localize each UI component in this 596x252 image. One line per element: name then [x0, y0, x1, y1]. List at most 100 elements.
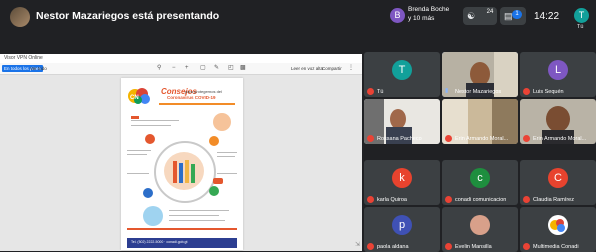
participants-summary[interactable]: Brenda Boche y 10 más: [408, 5, 449, 23]
toolbar-view-button[interactable]: Ver todo: [30, 65, 47, 72]
mic-off-icon: [523, 243, 530, 250]
participant-name: Evelin Mansilla: [455, 244, 492, 250]
text-line: [131, 120, 179, 122]
participant-name: Erin Armando Moral...: [455, 136, 509, 142]
step-icon: [209, 136, 219, 146]
avatar: [548, 215, 568, 235]
mic-off-icon: [523, 196, 530, 203]
step-icon: [143, 188, 153, 198]
zoom-out-icon[interactable]: −: [172, 64, 176, 72]
people-button[interactable]: ☯ 24: [463, 7, 497, 25]
text-line: [217, 156, 235, 158]
text-line: [169, 210, 229, 212]
top-bar: Nestor Mazariegos está presentando B Bre…: [0, 0, 596, 34]
participant-name: paola aldana: [377, 244, 409, 250]
self-avatar[interactable]: T: [574, 8, 589, 23]
mic-off-icon: [445, 243, 452, 250]
text-line: [131, 125, 171, 127]
doc-footer-text: Tel. (502) 2222-5000 · conadi.gob.gt: [131, 240, 188, 244]
figure: [185, 160, 189, 183]
text-line: [217, 173, 237, 175]
participant-tile[interactable]: T Tú: [364, 52, 440, 97]
mic-off-icon: [367, 196, 374, 203]
people-illustration-icon: [164, 152, 204, 190]
clock: 14:22: [534, 11, 560, 22]
conadi-logo-icon: [550, 219, 565, 232]
mask-illustration-icon: [143, 206, 163, 226]
avatar: L: [548, 60, 568, 80]
participants-line1: Brenda Boche: [408, 6, 450, 13]
chat-badge: 1: [512, 10, 522, 19]
participant-tile[interactable]: C Claudia Ramírez: [520, 160, 596, 205]
fit-icon[interactable]: ▢: [200, 64, 206, 72]
figure: [191, 164, 195, 183]
participant-name: conadi comunicacion: [455, 197, 507, 203]
step-icon: [145, 134, 155, 144]
text-line: [127, 150, 151, 152]
participant-tile[interactable]: L Luis Sequén: [520, 52, 596, 97]
shared-screen: Visor VPN Online En todos los pines Ver …: [0, 54, 362, 251]
participant-name: Tú: [377, 89, 384, 95]
mic-off-icon: [445, 135, 452, 142]
presenter-avatar: [10, 7, 30, 27]
participant-avatar[interactable]: B: [390, 8, 405, 23]
participant-name: Erin Armando Moral...: [533, 136, 587, 142]
eraser-icon[interactable]: ◰: [228, 64, 234, 72]
figure: [173, 161, 177, 183]
mic-off-icon: [367, 243, 374, 250]
speaking-icon: ▮: [445, 88, 449, 94]
chat-button[interactable]: ▤ 1: [500, 7, 526, 25]
participant-name: karla Quiroa: [377, 197, 407, 203]
participant-tile[interactable]: Erin Armando Moral...: [520, 99, 596, 144]
people-icon: ☯: [467, 11, 476, 21]
doc-title-line2: Coronavirus COVID-19: [167, 95, 216, 100]
text-line: [127, 173, 149, 175]
step-icon: [209, 186, 219, 196]
avatar: [470, 215, 490, 235]
document-canvas: CN Consejos para protegernos del Coronav…: [0, 75, 362, 251]
svg-text:CN: CN: [130, 95, 139, 101]
participant-tile[interactable]: Erin Armando Moral...: [442, 99, 518, 144]
text-line: [127, 154, 147, 156]
participant-name: Multimedia Conadi: [533, 244, 579, 250]
doc-subtitle: para protegernos del: [185, 89, 222, 94]
people-count: 24: [486, 9, 494, 15]
handwash-illustration-icon: [213, 113, 231, 131]
search-icon[interactable]: ⚲: [157, 64, 161, 72]
presenter-status: Nestor Mazariegos está presentando: [36, 10, 220, 22]
figure: [179, 163, 183, 183]
avatar: k: [392, 168, 412, 188]
participant-name: Rossana Pacheco: [377, 136, 422, 142]
draw-icon[interactable]: ✎: [214, 64, 219, 72]
viewer-toolbar: En todos los pines Ver todo ⚲ − + ▢ ✎ ◰ …: [0, 63, 362, 75]
avatar: c: [470, 168, 490, 188]
mic-off-icon: [367, 88, 374, 95]
participant-tile[interactable]: p paola aldana: [364, 207, 440, 252]
text-line: [169, 220, 225, 222]
toolbar-read-button[interactable]: Leer en voz alta: [291, 65, 323, 72]
viewer-title: Visor VPN Online: [4, 55, 43, 61]
more-icon[interactable]: ⋮: [348, 64, 354, 72]
doc-divider: [159, 103, 235, 105]
doc-divider: [127, 228, 237, 230]
participant-name: Luis Sequén: [533, 89, 564, 95]
mic-off-icon: [523, 135, 530, 142]
zoom-in-icon[interactable]: +: [185, 64, 189, 72]
participant-tile[interactable]: c conadi comunicacion: [442, 160, 518, 205]
participant-grid: T Tú ▮ Nestor Mazariegos L Luis Sequén R…: [362, 52, 596, 252]
doc-footer: Tel. (502) 2222-5000 · conadi.gob.gt: [127, 238, 237, 248]
mic-off-icon: [445, 196, 452, 203]
participant-tile[interactable]: k karla Quiroa: [364, 160, 440, 205]
participant-tile[interactable]: ▮ Nestor Mazariegos: [442, 52, 518, 97]
participant-tile[interactable]: Multimedia Conadi: [520, 207, 596, 252]
participant-tile[interactable]: Evelin Mansilla: [442, 207, 518, 252]
avatar: p: [392, 215, 412, 235]
avatar: T: [392, 60, 412, 80]
text-line: [217, 152, 237, 154]
bike-illustration-icon: [213, 178, 223, 184]
resize-icon[interactable]: ⇲: [355, 241, 360, 248]
document-page: CN Consejos para protegernos del Coronav…: [121, 78, 243, 250]
participant-tile[interactable]: Rossana Pacheco: [364, 99, 440, 144]
highlight-icon[interactable]: ▩: [240, 64, 246, 72]
toolbar-share-right-button[interactable]: Compartir: [322, 65, 342, 72]
